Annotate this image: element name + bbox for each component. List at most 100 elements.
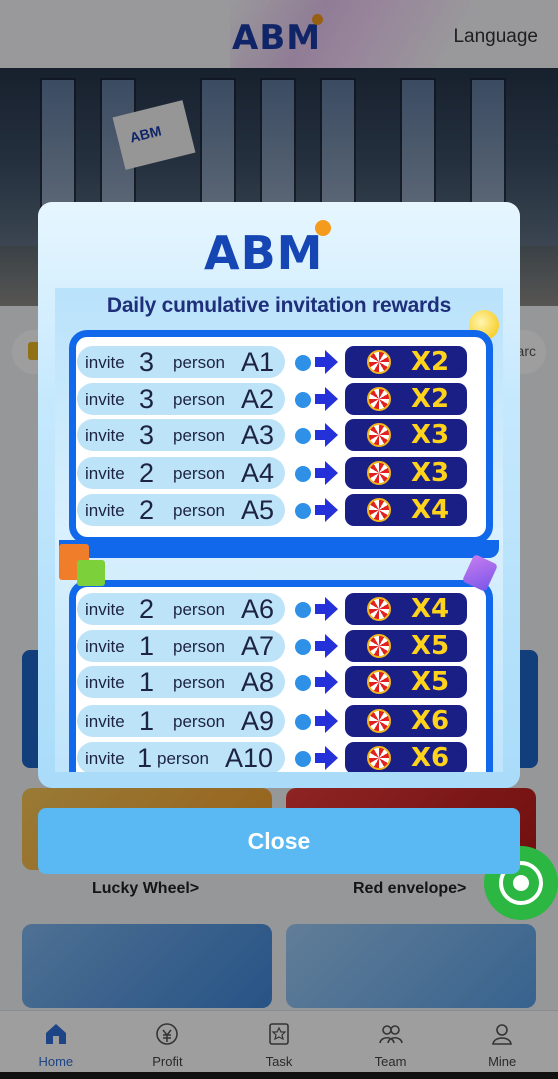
invite-count: 1 — [139, 706, 155, 736]
dot-icon — [295, 751, 311, 767]
lucky-wheel-icon — [367, 709, 391, 733]
reward-row: invite 3 person A2 X2 — [77, 383, 477, 415]
level-code: A2 — [241, 384, 275, 414]
person-word: person — [173, 426, 225, 445]
reward-row: invite 3 person A1 X2 — [77, 346, 477, 378]
person-word: person — [173, 673, 225, 692]
person-word: person — [173, 501, 225, 520]
lucky-wheel-icon — [367, 350, 391, 374]
person-word: person — [173, 600, 225, 619]
level-code: A7 — [241, 631, 275, 661]
invite-count: 3 — [139, 420, 155, 450]
arrow-right-icon — [315, 350, 338, 374]
invite-word: invite — [85, 464, 125, 483]
invite-word: invite — [85, 600, 125, 619]
reward-multiplier-badge: X4 — [345, 593, 467, 625]
arrow-right-icon — [315, 597, 338, 621]
reward-row: invite 1 person A9 X6 — [77, 705, 477, 737]
multiplier-value: X5 — [411, 667, 450, 697]
reward-multiplier-badge: X3 — [345, 457, 467, 489]
invite-condition: invite 2 person A5 — [77, 494, 285, 526]
reward-multiplier-badge: X2 — [345, 346, 467, 378]
reward-row: invite 1 person A8 X5 — [77, 666, 477, 698]
invite-word: invite — [85, 673, 125, 692]
person-word: person — [173, 390, 225, 409]
modal-logo-dot — [315, 220, 331, 236]
reward-multiplier-badge: X4 — [345, 494, 467, 526]
level-code: A6 — [241, 594, 275, 624]
lucky-wheel-icon — [367, 746, 391, 770]
dot-icon — [295, 639, 311, 655]
reward-multiplier-badge: X3 — [345, 419, 467, 451]
modal-brand-logo: ABM — [204, 220, 331, 280]
multiplier-value: X6 — [411, 743, 450, 772]
invite-count: 1 — [137, 743, 153, 772]
invite-count: 2 — [139, 594, 155, 624]
dot-icon — [295, 602, 311, 618]
level-code: A4 — [241, 458, 275, 488]
person-word: person — [173, 353, 225, 372]
reward-multiplier-badge: X6 — [345, 742, 467, 772]
reward-multiplier-badge: X5 — [345, 666, 467, 698]
multiplier-value: X3 — [411, 420, 450, 450]
arrow-right-icon — [315, 498, 338, 522]
multiplier-value: X4 — [411, 495, 450, 525]
lucky-wheel-icon — [367, 387, 391, 411]
lucky-wheel-icon — [367, 423, 391, 447]
dot-icon — [295, 714, 311, 730]
reward-multiplier-badge: X5 — [345, 630, 467, 662]
dot-icon — [295, 355, 311, 371]
multiplier-value: X6 — [411, 706, 450, 736]
invite-word: invite — [85, 390, 125, 409]
dot-icon — [295, 392, 311, 408]
invite-condition: invite 3 person A1 — [77, 346, 285, 378]
level-code: A9 — [241, 706, 275, 736]
reward-row: invite 2 person A6 X4 — [77, 593, 477, 625]
invitation-rewards-modal: ABM Daily cumulative invitation rewards … — [38, 202, 520, 788]
invite-word: invite — [85, 426, 125, 445]
poster-title: Daily cumulative invitation rewards — [106, 294, 452, 317]
reward-multiplier-badge: X2 — [345, 383, 467, 415]
arrow-right-icon — [315, 387, 338, 411]
dot-icon — [295, 675, 311, 691]
lucky-wheel-icon — [367, 634, 391, 658]
rewards-poster[interactable]: Daily cumulative invitation rewards invi… — [55, 288, 503, 772]
close-button[interactable]: Close — [38, 808, 520, 874]
level-code: A3 — [241, 420, 275, 450]
person-word: person — [173, 712, 225, 731]
level-code: A1 — [241, 347, 275, 377]
reward-row: invite 3 person A3 X3 — [77, 419, 477, 451]
person-word: person — [173, 637, 225, 656]
person-word: person — [173, 464, 225, 483]
dot-icon — [295, 466, 311, 482]
lucky-wheel-icon — [367, 597, 391, 621]
invite-word: invite — [85, 712, 125, 731]
invite-count: 1 — [139, 667, 155, 697]
reward-multiplier-badge: X6 — [345, 705, 467, 737]
lucky-wheel-icon — [367, 670, 391, 694]
reward-row: invite 1 person A10 X6 — [77, 742, 477, 772]
invite-count: 3 — [139, 384, 155, 414]
invite-word: invite — [85, 637, 125, 656]
multiplier-value: X3 — [411, 458, 450, 488]
level-code: A8 — [241, 667, 275, 697]
invite-condition: invite 1 person A10 — [77, 742, 285, 772]
reward-row: invite 2 person A4 X3 — [77, 457, 477, 489]
multiplier-value: X2 — [411, 347, 450, 377]
reward-row: invite 1 person A7 X5 — [77, 630, 477, 662]
lucky-wheel-icon — [367, 498, 391, 522]
dot-icon — [295, 503, 311, 519]
arrow-right-icon — [315, 670, 338, 694]
invite-condition: invite 1 person A9 — [77, 705, 285, 737]
invite-count: 2 — [139, 458, 155, 488]
lucky-wheel-icon — [367, 461, 391, 485]
arrow-right-icon — [315, 423, 338, 447]
invite-count: 2 — [139, 495, 155, 525]
arrow-right-icon — [315, 746, 338, 770]
person-word: person — [157, 749, 209, 768]
invite-word: invite — [85, 353, 125, 372]
modal-logo-text: ABM — [204, 226, 324, 280]
level-code: A10 — [225, 743, 274, 772]
invite-condition: invite 1 person A8 — [77, 666, 285, 698]
multiplier-value: X2 — [411, 384, 450, 414]
